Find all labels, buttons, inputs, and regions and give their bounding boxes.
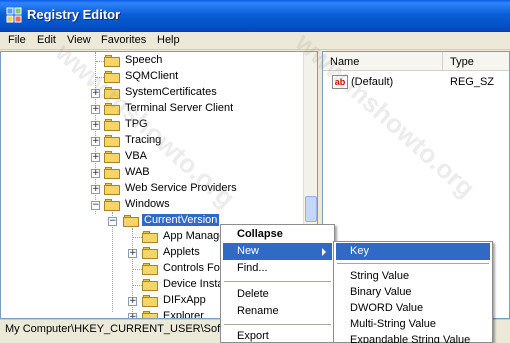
folder-icon: [104, 87, 120, 99]
tree-item-device-installer[interactable]: Device Insta: [163, 278, 224, 290]
folder-icon: [104, 183, 120, 195]
tree-item-systemcertificates[interactable]: SystemCertificates: [125, 86, 217, 98]
submenu-item-expandable-string-value[interactable]: Expandable String Value: [336, 332, 490, 343]
menu-separator: [337, 263, 489, 264]
expand-icon[interactable]: +: [91, 185, 100, 194]
expand-icon[interactable]: +: [91, 105, 100, 114]
folder-icon: [104, 199, 120, 211]
folder-icon: [142, 263, 158, 275]
folder-icon: [142, 279, 158, 291]
folder-icon: [104, 103, 120, 115]
submenu-item-multi-string-value[interactable]: Multi-String Value: [336, 316, 490, 333]
folder-icon: [104, 71, 120, 83]
tree-item-controls-folder[interactable]: Controls Fo: [163, 262, 220, 274]
tree-line: [133, 285, 142, 286]
tree-item-app-manage[interactable]: App Manage: [163, 230, 225, 242]
menu-item-find[interactable]: Find...: [223, 260, 332, 277]
tree-item-explorer[interactable]: Explorer: [163, 310, 204, 318]
submenu-item-key[interactable]: Key: [336, 243, 490, 260]
menu-favorites[interactable]: Favorites: [101, 34, 146, 46]
folder-icon: [104, 167, 120, 179]
expand-icon[interactable]: +: [91, 153, 100, 162]
tree-item-web-service-providers[interactable]: Web Service Providers: [125, 182, 237, 194]
folder-icon: [142, 311, 158, 318]
folder-icon: [142, 295, 158, 307]
tree-item-speech[interactable]: Speech: [125, 54, 162, 66]
window-title: Registry Editor: [27, 7, 121, 22]
menu-help[interactable]: Help: [157, 34, 180, 46]
title-bar[interactable]: Registry Editor: [0, 0, 510, 32]
value-name[interactable]: (Default): [351, 76, 393, 88]
new-submenu: Key String Value Binary Value DWORD Valu…: [333, 241, 493, 343]
tree-line: [133, 237, 142, 238]
string-value-icon: ab: [332, 75, 348, 89]
value-type: REG_SZ: [450, 76, 495, 88]
expand-icon[interactable]: +: [128, 297, 137, 306]
expand-icon[interactable]: +: [91, 137, 100, 146]
submenu-arrow-icon: [322, 248, 326, 256]
submenu-item-string-value[interactable]: String Value: [336, 268, 490, 285]
tree-line: [96, 61, 104, 62]
menu-separator: [224, 324, 331, 325]
tree-item-tracing[interactable]: Tracing: [125, 134, 161, 146]
tree-item-difxapp[interactable]: DIFxApp: [163, 294, 206, 306]
scroll-thumb[interactable]: [305, 196, 317, 222]
menu-item-export[interactable]: Export: [223, 328, 332, 343]
tree-item-applets[interactable]: Applets: [163, 246, 200, 258]
menu-item-new[interactable]: New: [223, 243, 332, 260]
menu-bar: File Edit View Favorites Help: [0, 32, 510, 50]
collapse-icon[interactable]: −: [91, 201, 100, 210]
expand-icon[interactable]: +: [91, 169, 100, 178]
tree-item-sqmclient[interactable]: SQMClient: [125, 70, 178, 82]
expand-icon[interactable]: +: [128, 249, 137, 258]
tree-item-tpg[interactable]: TPG: [125, 118, 148, 130]
menu-separator: [224, 281, 331, 282]
tree-line: [96, 77, 104, 78]
menu-view[interactable]: View: [67, 34, 91, 46]
submenu-item-dword-value[interactable]: DWORD Value: [336, 300, 490, 317]
submenu-item-binary-value[interactable]: Binary Value: [336, 284, 490, 301]
registry-editor-window: Registry Editor File Edit View Favorites…: [0, 0, 510, 343]
expand-icon[interactable]: +: [91, 121, 100, 130]
tree-line: [133, 269, 142, 270]
folder-icon: [104, 151, 120, 163]
status-path: My Computer\HKEY_CURRENT_USER\Software: [5, 323, 248, 335]
column-header-name[interactable]: Name: [323, 52, 443, 71]
tree-line: [112, 212, 113, 312]
folder-icon: [142, 231, 158, 243]
collapse-icon[interactable]: −: [108, 217, 117, 226]
folder-icon: [104, 119, 120, 131]
menu-item-delete[interactable]: Delete: [223, 286, 332, 303]
tree-item-currentversion[interactable]: CurrentVersion: [142, 214, 220, 226]
tree-item-windows[interactable]: Windows: [125, 198, 170, 210]
menu-item-new-label: New: [237, 245, 260, 257]
context-menu: Collapse New Find... Delete Rename Expor…: [220, 224, 335, 343]
column-header-type[interactable]: Type: [443, 52, 509, 71]
menu-item-collapse[interactable]: Collapse: [223, 226, 332, 243]
folder-icon: [104, 55, 120, 67]
open-folder-icon: [123, 215, 139, 227]
folder-icon: [104, 135, 120, 147]
tree-item-terminal-server-client[interactable]: Terminal Server Client: [125, 102, 233, 114]
folder-icon: [142, 247, 158, 259]
menu-file[interactable]: File: [8, 34, 26, 46]
expand-icon[interactable]: +: [91, 89, 100, 98]
tree-item-wab[interactable]: WAB: [125, 166, 150, 178]
menu-item-rename[interactable]: Rename: [223, 303, 332, 320]
menu-edit[interactable]: Edit: [37, 34, 56, 46]
tree-item-vba[interactable]: VBA: [125, 150, 147, 162]
registry-app-icon: [6, 7, 22, 23]
